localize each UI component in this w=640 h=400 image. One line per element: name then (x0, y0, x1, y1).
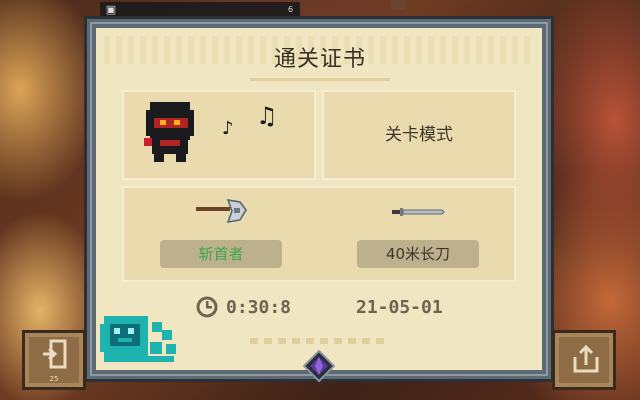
exit-door-icon (43, 339, 67, 369)
svg-text:♫: ♫ (256, 102, 278, 130)
share-button[interactable] (552, 330, 616, 390)
music-notes-icon: ♪ ♫ (222, 102, 278, 139)
ninja-hero-icon (144, 102, 194, 162)
purple-gem-icon (303, 350, 335, 382)
teal-badge-icon (100, 316, 176, 362)
top-page-number: 6 (288, 5, 294, 14)
share-icon (573, 344, 599, 373)
clear-date: 21-05-01 (356, 297, 443, 318)
top-center-icon (390, 0, 406, 10)
long-blade-icon (392, 208, 445, 216)
clock-icon (196, 296, 218, 318)
game-mode-label: 关卡模式 (385, 125, 453, 145)
weapon-secondary-label: 40米长刀 (357, 240, 479, 268)
axe-icon (196, 199, 247, 223)
weapon-primary-label: 斩首者 (160, 240, 282, 268)
svg-text:♪: ♪ (222, 118, 234, 139)
bottom-ornament (250, 338, 390, 344)
exit-button-count: 25 (49, 375, 59, 383)
exit-button[interactable]: 25 (22, 330, 86, 390)
certificate-title: 通关证书 (273, 47, 366, 72)
controller-icon: ▣ (105, 3, 117, 16)
title-underline (250, 78, 390, 81)
clear-time: 0:30:8 (226, 297, 292, 318)
